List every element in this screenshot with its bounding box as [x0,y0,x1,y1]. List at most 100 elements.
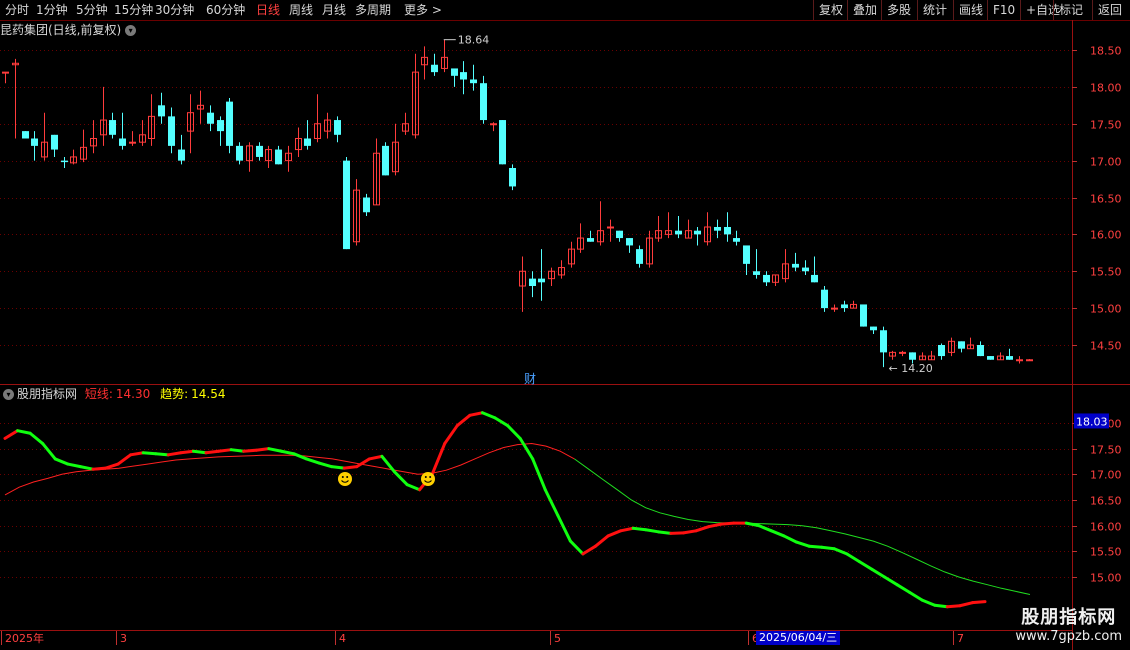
price-tick-label: 18.00 [1090,82,1122,95]
toolbar-item-4[interactable]: 30分钟 [155,0,194,20]
short-line-segment [920,598,937,607]
candle-body [694,230,701,235]
indicator-dropdown-icon[interactable]: ▾ [3,389,14,400]
short-line-segment [380,454,396,474]
trend-value: 14.54 [191,387,226,401]
short-line-segment [392,470,409,487]
short-line-segment [129,451,145,457]
indicator-name[interactable]: 股朋指标网 [17,387,77,401]
short-line-segment [179,449,195,455]
candle-body [607,226,614,229]
toolbar-right-item-8[interactable]: 返回 [1092,0,1122,20]
candle-body [753,271,760,275]
short-line-segment [28,431,45,446]
date-tick-label: 4 [339,632,346,645]
short-line-segment [104,462,120,470]
candle-body [421,56,428,66]
high-price-label: 18.64 [458,34,490,47]
short-line-segment [506,424,522,440]
toolbar-item-10[interactable]: 更多 > [404,0,442,20]
candle-body [451,68,458,76]
price-chart[interactable]: 18.50 18.00 17.50 17.00 16.50 16.00 15.50 15.00… [0,0,1130,650]
candle-body [782,263,789,280]
short-line-segment [41,442,57,461]
toolbar-item-1[interactable]: 1分钟 [36,0,68,20]
candle-body [685,230,692,239]
short-line-segment [191,449,208,455]
indicator-tick-label: 16.00 [1090,521,1122,534]
candle-body [499,120,506,165]
candle-body [870,326,877,331]
toolbar-right-item-7[interactable]: 标记 [1053,0,1083,20]
short-line-segment [242,448,258,453]
short-line-segment [970,600,987,605]
toolbar-item-0[interactable]: 分时 [5,0,29,20]
toolbar-item-8[interactable]: 月线 [322,0,346,20]
short-line-segment [279,449,296,456]
short-line-segment [342,465,359,470]
indicator-tick-label: 16.50 [1090,495,1122,508]
short-line-segment [845,552,861,564]
short-line-segment [656,530,673,535]
candle-body [22,131,29,139]
candle-body [519,270,526,287]
finance-marker[interactable]: 财 [524,370,536,387]
candle-body [938,345,945,357]
toolbar-right-item-0[interactable]: 复权 [813,0,843,20]
indicator-tick-label: 17.50 [1090,444,1122,457]
toolbar-item-3[interactable]: 15分钟 [114,0,153,20]
short-line-segment [568,539,585,556]
candle-body [12,62,19,66]
candle-body [743,245,750,264]
toolbar-item-5[interactable]: 60分钟 [206,0,245,20]
short-line-segment [91,466,108,471]
short-line-segment [606,529,623,538]
watermark-title: 股朋指标网 [1021,607,1117,628]
short-line-segment [367,454,384,461]
candle-body [363,197,370,213]
candle-body [967,344,974,350]
candle-body [889,351,896,357]
candle-body [636,249,643,264]
candle-body [392,141,399,173]
candle-body [217,120,224,132]
candle-body [129,141,136,144]
candle-body [236,145,243,161]
short-line-segment [166,451,183,457]
low-price-label: ← 14.20 [889,362,933,375]
candle-body [509,168,516,187]
candle-body [714,227,721,231]
candle-body [334,120,341,135]
candle-body [977,345,984,357]
toolbar-right-item-2[interactable]: 多股 [881,0,911,20]
candle-body [373,152,380,206]
candle-body [850,303,857,309]
candle-body [529,278,536,286]
toolbar-item-6[interactable]: 日线 [256,0,280,20]
short-line-segment [229,448,246,453]
toolbar-item-9[interactable]: 多周期 [355,0,391,20]
toolbar-right-item-3[interactable]: 统计 [917,0,947,20]
candle-body [246,145,253,162]
candle-body [353,189,360,243]
stock-title[interactable]: 昆药集团(日线,前复权) [0,23,121,37]
price-tick-label: 17.00 [1090,156,1122,169]
short-line-segment [707,522,723,529]
candle-body [41,141,48,158]
smiley-signal-icon [421,472,435,486]
toolbar-right-item-1[interactable]: 叠加 [847,0,877,20]
toolbar-item-7[interactable]: 周线 [289,0,313,20]
candle-body [987,356,994,360]
short-line-segment [644,528,660,534]
candle-body [909,352,916,360]
candle-body [1016,359,1023,362]
toolbar-right-item-5[interactable]: F10 [987,0,1015,20]
short-line-segment [267,447,283,453]
candle-body [31,138,38,146]
candle-body [724,227,731,235]
title-dropdown-icon[interactable]: ▾ [125,25,137,36]
toolbar-item-2[interactable]: 5分钟 [76,0,108,20]
short-line-segment [769,529,786,538]
toolbar-right-item-4[interactable]: 画线 [953,0,983,20]
title-row: 昆药集团(日线,前复权) ▾ [0,21,137,39]
